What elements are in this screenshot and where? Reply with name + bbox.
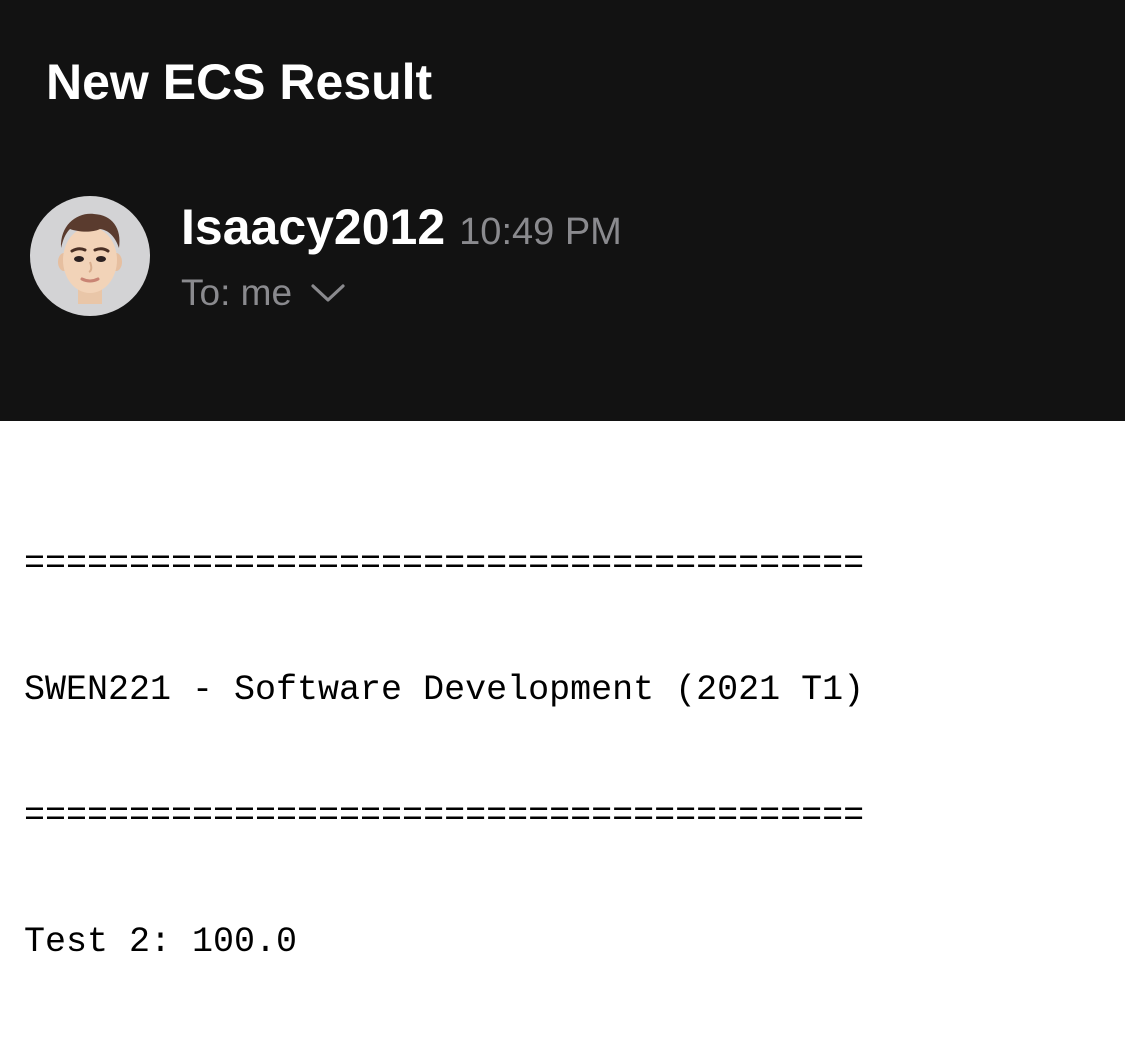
recipient-label: To: me [181, 272, 293, 313]
memoji-avatar-icon[interactable] [30, 196, 150, 316]
sender-name[interactable]: Isaacy2012 [181, 199, 445, 255]
test-result-line: Test 2: 100.0 [24, 922, 298, 962]
recipient-details-toggle[interactable]: To: me [181, 270, 346, 316]
sent-time: 10:49 PM [459, 211, 622, 253]
course-title-line: SWEN221 - Software Development (2021 T1) [24, 670, 865, 710]
email-body: ========================================… [0, 421, 1125, 1007]
email-body-text: ========================================… [24, 459, 864, 1047]
email-subject: New ECS Result [46, 54, 433, 110]
chevron-down-icon[interactable] [310, 282, 346, 304]
sender-row: Isaacy2012 10:49 PM [181, 197, 622, 257]
separator-line-top: ======================================== [24, 544, 865, 584]
email-header: New ECS Result Isaacy2012 10:49 PM To: m… [0, 0, 1125, 421]
separator-line-bottom: ======================================== [24, 796, 865, 836]
